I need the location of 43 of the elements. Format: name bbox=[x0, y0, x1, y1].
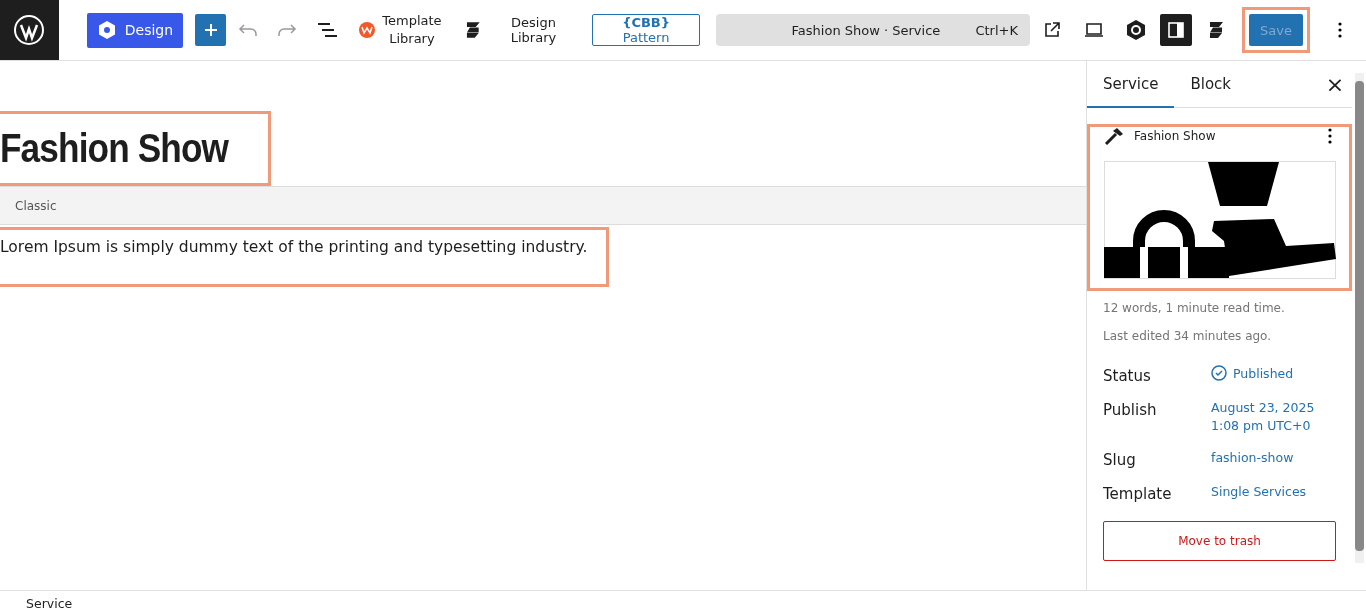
stacked-s-icon bbox=[1207, 21, 1225, 39]
redo-icon bbox=[277, 23, 298, 37]
last-edited-text: Last edited 34 minutes ago. bbox=[1103, 329, 1273, 343]
hammer-icon bbox=[1104, 127, 1124, 145]
move-to-trash-button[interactable]: Move to trash bbox=[1103, 521, 1336, 561]
settings-toggle-button[interactable] bbox=[1160, 14, 1192, 46]
status-value[interactable]: Published bbox=[1211, 365, 1294, 385]
field-link[interactable]: August 23, 2025 1:08 pm UTC+0 bbox=[1211, 399, 1315, 435]
field-label: Status bbox=[1103, 366, 1152, 385]
field-link[interactable]: Single Services bbox=[1211, 483, 1307, 503]
keyboard-shortcut: Ctrl+K bbox=[975, 22, 1019, 38]
list-icon bbox=[316, 22, 337, 38]
scrollbar[interactable] bbox=[1355, 73, 1364, 563]
external-link-icon bbox=[1043, 21, 1061, 39]
vertical-dots-icon bbox=[1338, 22, 1342, 38]
field-label: Slug bbox=[1103, 450, 1137, 469]
field-label: Template bbox=[1103, 484, 1173, 503]
template-library-button[interactable]: Template Library bbox=[358, 12, 442, 48]
field-label: Publish bbox=[1103, 400, 1158, 421]
sidebar-tab[interactable]: Block bbox=[1174, 61, 1247, 108]
breadcrumb-text[interactable]: Service bbox=[26, 595, 73, 611]
classic-label: Classic bbox=[15, 198, 57, 213]
design-library-button[interactable]: Design Library bbox=[463, 15, 580, 45]
command-bar[interactable]: Fashion Show · Service Ctrl+K bbox=[716, 14, 1030, 46]
design-button[interactable]: Design bbox=[86, 12, 184, 48]
undo-icon bbox=[238, 23, 259, 37]
wordpress-logo-button[interactable] bbox=[0, 0, 59, 60]
field-link[interactable]: fashion-show bbox=[1211, 449, 1294, 469]
sidebar-icon bbox=[1167, 21, 1185, 39]
pattern-button[interactable]: {CBB} Pattern bbox=[591, 14, 701, 46]
post-title-label: Fashion Show bbox=[1134, 129, 1216, 143]
add-block-button[interactable] bbox=[195, 14, 227, 46]
laptop-icon bbox=[1084, 23, 1104, 37]
template-library-logo-icon bbox=[358, 21, 377, 39]
plus-icon bbox=[203, 23, 218, 37]
document-title: Fashion Show · Service bbox=[790, 22, 942, 38]
vertical-dots-icon bbox=[1328, 128, 1332, 144]
wordpress-logo-icon bbox=[13, 14, 46, 46]
word-count-text: 12 words, 1 minute read time. bbox=[1103, 301, 1286, 315]
featured-image-drawing[interactable] bbox=[1104, 161, 1336, 279]
check-circle-icon bbox=[1211, 365, 1227, 381]
close-button[interactable]: × bbox=[1320, 71, 1350, 97]
sidebar-tab[interactable]: Service bbox=[1087, 61, 1175, 108]
